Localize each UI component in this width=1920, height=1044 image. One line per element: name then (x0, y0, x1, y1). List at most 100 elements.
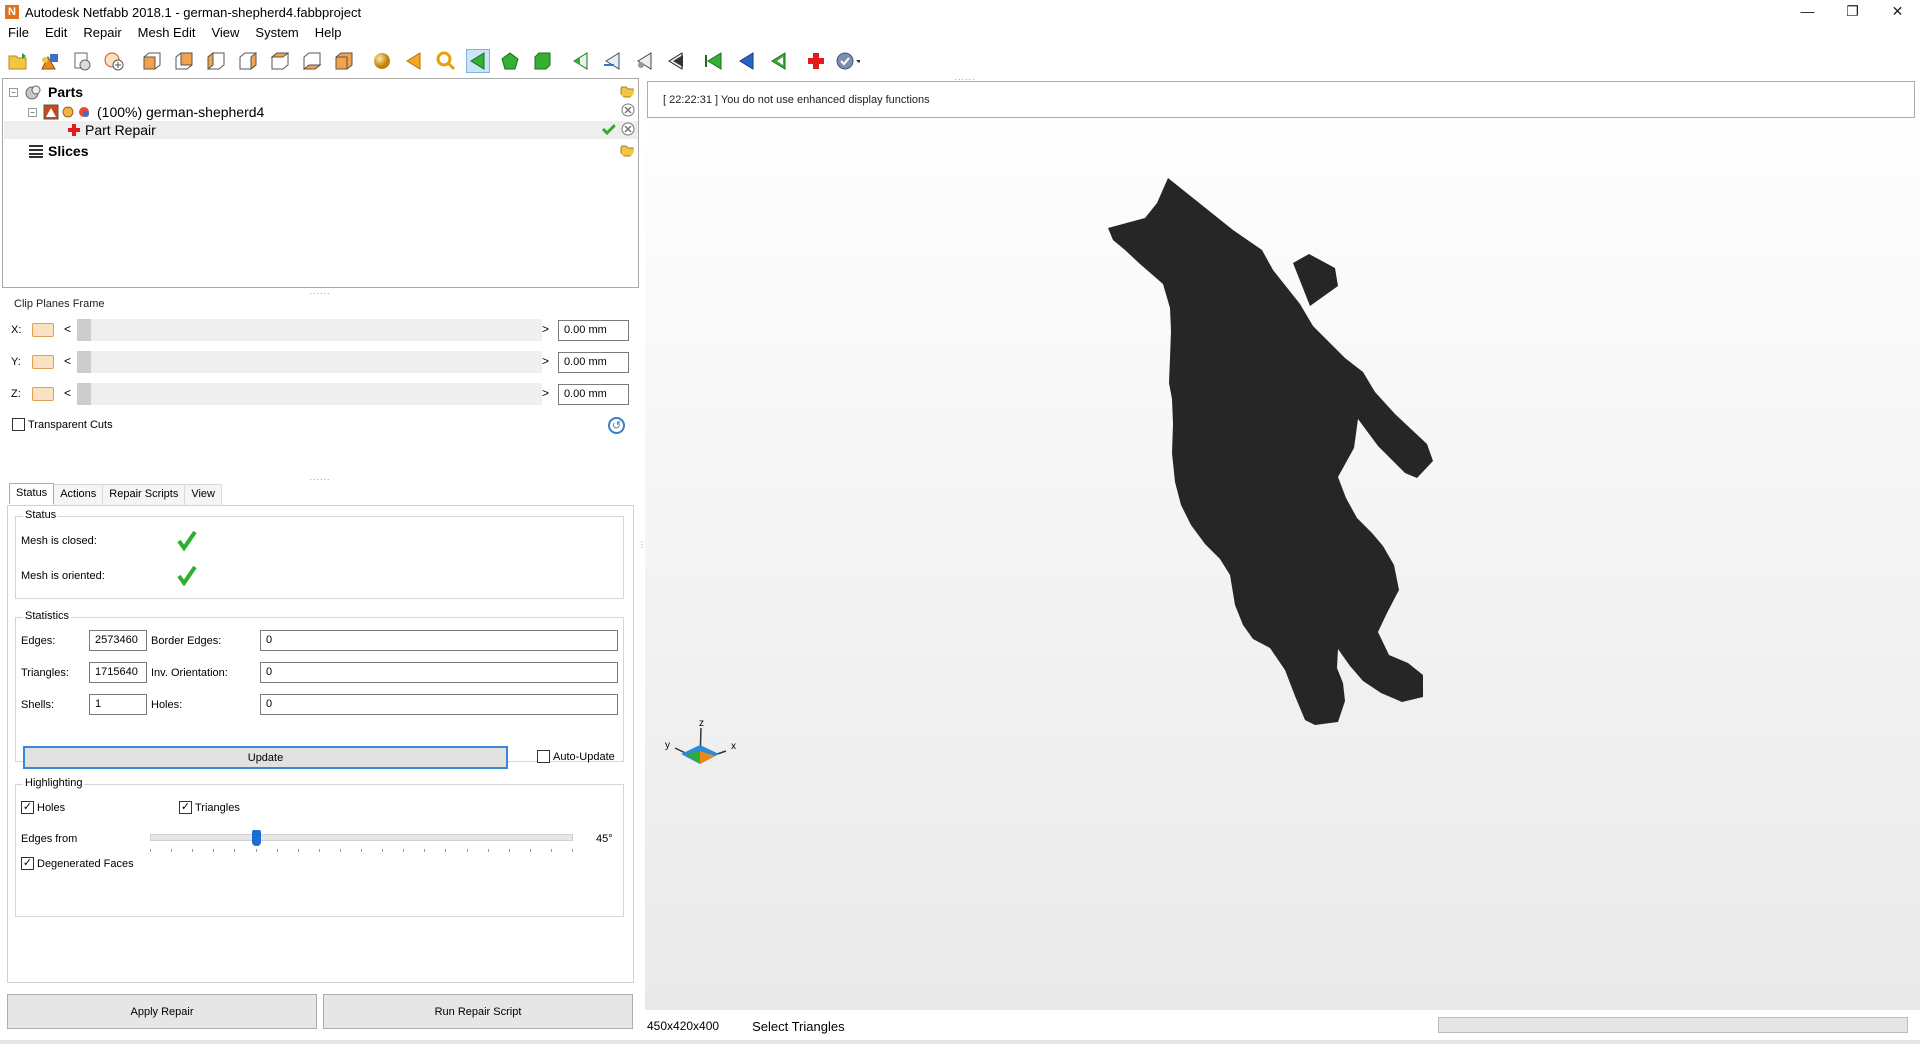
tab-actions[interactable]: Actions (53, 484, 104, 505)
select-triangle-icon[interactable] (466, 48, 490, 73)
3d-viewport[interactable]: ...... [ 22:22:31 ] You do not use enhan… (645, 73, 1920, 1010)
help-icon[interactable] (836, 49, 860, 73)
menu-file[interactable]: File (0, 25, 37, 40)
tree-node-part-repair[interactable]: Part Repair (67, 121, 156, 139)
view-front-icon[interactable] (140, 49, 164, 73)
mesh-oriented-label: Mesh is oriented: (21, 570, 105, 582)
dog-model[interactable] (645, 78, 1920, 1010)
clip-plane-toggle[interactable] (32, 387, 54, 401)
new-part-icon[interactable] (102, 49, 126, 73)
repair-icon[interactable] (804, 49, 828, 73)
arrow-left-icon[interactable] (402, 49, 426, 73)
cut-icon[interactable] (664, 49, 688, 73)
transparent-cuts-option: Transparent Cuts (12, 418, 113, 431)
inv-orientation-label: Inv. Orientation: (151, 667, 228, 679)
visibility-icon[interactable] (61, 105, 75, 119)
invert-selection-icon[interactable] (734, 49, 758, 73)
minimize-button[interactable]: — (1785, 0, 1830, 22)
confirm-check-icon[interactable] (602, 122, 616, 136)
zoom-icon[interactable] (434, 49, 458, 73)
tab-view[interactable]: View (184, 484, 222, 505)
menu-help[interactable]: Help (307, 25, 350, 40)
tree-node-part[interactable]: − (100%) german-shepherd4 (28, 103, 264, 121)
deselect-icon[interactable] (766, 49, 790, 73)
add-triangle-icon[interactable] (568, 49, 592, 73)
view-left-icon[interactable] (204, 49, 228, 73)
clip-slider-thumb[interactable] (77, 351, 91, 373)
project-settings-icon[interactable] (70, 49, 94, 73)
clip-splitter[interactable]: ...... (300, 473, 340, 482)
apply-repair-button[interactable]: Apply Repair (7, 994, 317, 1029)
clip-increase-button[interactable]: > (542, 386, 549, 400)
close-part-icon[interactable] (621, 103, 635, 117)
clip-slider-thumb[interactable] (77, 383, 91, 405)
collapse-icon[interactable]: − (9, 87, 18, 97)
view-right-icon[interactable] (236, 49, 260, 73)
clip-decrease-button[interactable]: < (64, 322, 71, 336)
view-iso-icon[interactable] (332, 49, 356, 73)
add-part-icon[interactable] (38, 49, 62, 73)
split-icon[interactable] (600, 49, 624, 73)
inv-orientation-field[interactable]: 0 (260, 662, 618, 683)
clip-slider-track[interactable] (77, 383, 542, 405)
slider-tick (488, 849, 489, 852)
tab-repair-scripts[interactable]: Repair Scripts (102, 484, 186, 505)
menu-repair[interactable]: Repair (75, 25, 129, 40)
close-button[interactable]: ✕ (1875, 0, 1920, 22)
update-button[interactable]: Update (23, 746, 508, 769)
shells-field[interactable]: 1 (89, 694, 147, 715)
triangles-field[interactable]: 1715640 (89, 662, 147, 683)
slider-tick (361, 849, 362, 852)
edges-from-slider[interactable] (150, 830, 573, 852)
clip-value-input[interactable]: 0.00 mm (558, 352, 629, 373)
menu-view[interactable]: View (203, 25, 247, 40)
holes-checkbox[interactable]: ✓ (21, 801, 34, 814)
color-icon[interactable] (77, 105, 91, 119)
clip-increase-button[interactable]: > (542, 322, 549, 336)
clip-increase-button[interactable]: > (542, 354, 549, 368)
slices-folder-icon[interactable] (620, 143, 634, 157)
vertical-splitter[interactable]: ⋮ (638, 540, 646, 580)
clip-value-input[interactable]: 0.00 mm (558, 384, 629, 405)
menu-system[interactable]: System (247, 25, 306, 40)
clip-decrease-button[interactable]: < (64, 354, 71, 368)
select-all-icon[interactable] (702, 49, 726, 73)
tree-node-slices[interactable]: Slices (28, 142, 88, 160)
holes-field[interactable]: 0 (260, 694, 618, 715)
tree-splitter[interactable]: ...... (300, 287, 340, 296)
status-group: Status Mesh is closed: Mesh is oriented: (15, 509, 624, 599)
select-shell-icon[interactable] (530, 49, 554, 73)
view-bottom-icon[interactable] (300, 49, 324, 73)
auto-update-checkbox[interactable] (537, 750, 550, 763)
triangles-checkbox[interactable]: ✓ (179, 801, 192, 814)
select-surface-icon[interactable] (498, 49, 522, 73)
clip-plane-toggle[interactable] (32, 355, 54, 369)
open-project-icon[interactable] (6, 49, 30, 73)
view-top-icon[interactable] (268, 49, 292, 73)
menu-edit[interactable]: Edit (37, 25, 75, 40)
remove-icon[interactable] (632, 49, 656, 73)
border-edges-field[interactable]: 0 (260, 630, 618, 651)
slider-thumb[interactable] (252, 830, 261, 846)
clip-slider-track[interactable] (77, 351, 542, 373)
clip-slider-track[interactable] (77, 319, 542, 341)
tree-node-parts[interactable]: − Parts (9, 83, 83, 101)
view-back-icon[interactable] (172, 49, 196, 73)
sphere-icon[interactable] (370, 49, 394, 73)
clip-plane-toggle[interactable] (32, 323, 54, 337)
part-mesh-icon (43, 104, 59, 120)
edges-field[interactable]: 2573460 (89, 630, 147, 651)
degenerated-faces-checkbox[interactable]: ✓ (21, 857, 34, 870)
clip-value-input[interactable]: 0.00 mm (558, 320, 629, 341)
reset-clip-icon[interactable]: ↺ (608, 417, 625, 434)
transparent-cuts-checkbox[interactable] (12, 418, 25, 431)
folder-open-icon[interactable] (620, 84, 634, 98)
clip-decrease-button[interactable]: < (64, 386, 71, 400)
collapse-icon[interactable]: − (28, 107, 37, 117)
menu-mesh-edit[interactable]: Mesh Edit (130, 25, 204, 40)
clip-slider-thumb[interactable] (77, 319, 91, 341)
tab-status[interactable]: Status (9, 483, 55, 504)
run-repair-script-button[interactable]: Run Repair Script (323, 994, 633, 1029)
restore-button[interactable]: ❐ (1830, 0, 1875, 22)
close-repair-icon[interactable] (621, 122, 635, 136)
